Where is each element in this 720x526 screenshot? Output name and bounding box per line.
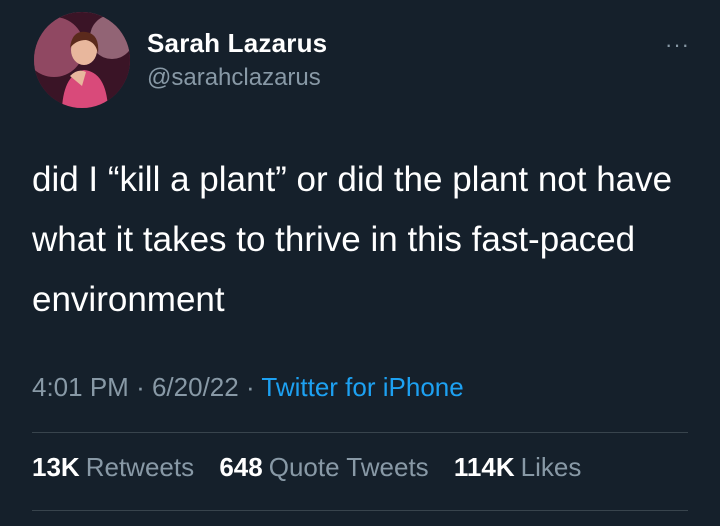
- quote-tweets-label: Quote Tweets: [268, 452, 429, 482]
- avatar[interactable]: [34, 12, 130, 108]
- retweets-label: Retweets: [85, 452, 195, 482]
- more-options-icon[interactable]: ···: [665, 32, 690, 58]
- divider: [32, 432, 688, 433]
- tweet-source-link[interactable]: Twitter for iPhone: [261, 372, 463, 402]
- tweet-card: Sarah Lazarus @sarahclazarus ··· did I “…: [0, 0, 720, 526]
- quote-tweets-count: 648: [219, 452, 263, 482]
- tweet-date[interactable]: 6/20/22: [152, 372, 239, 402]
- likes-label: Likes: [520, 452, 582, 482]
- retweets-stat[interactable]: 13K Retweets: [32, 452, 194, 482]
- engagement-stats: 13K Retweets 648 Quote Tweets 114K Likes: [32, 452, 599, 483]
- display-name[interactable]: Sarah Lazarus: [147, 28, 327, 59]
- likes-count: 114K: [453, 452, 515, 482]
- likes-stat[interactable]: 114K Likes: [454, 452, 581, 482]
- user-handle[interactable]: @sarahclazarus: [147, 64, 321, 92]
- quote-tweets-stat[interactable]: 648 Quote Tweets: [219, 452, 428, 482]
- divider: [32, 510, 688, 511]
- meta-separator: ·: [136, 372, 145, 402]
- tweet-meta: 4:01 PM · 6/20/22 · Twitter for iPhone: [32, 372, 464, 403]
- retweets-count: 13K: [32, 452, 80, 482]
- tweet-time[interactable]: 4:01 PM: [32, 372, 129, 402]
- avatar-photo-icon: [34, 12, 130, 108]
- tweet-text: did I “kill a plant” or did the plant no…: [32, 160, 673, 319]
- meta-separator: ·: [245, 372, 255, 402]
